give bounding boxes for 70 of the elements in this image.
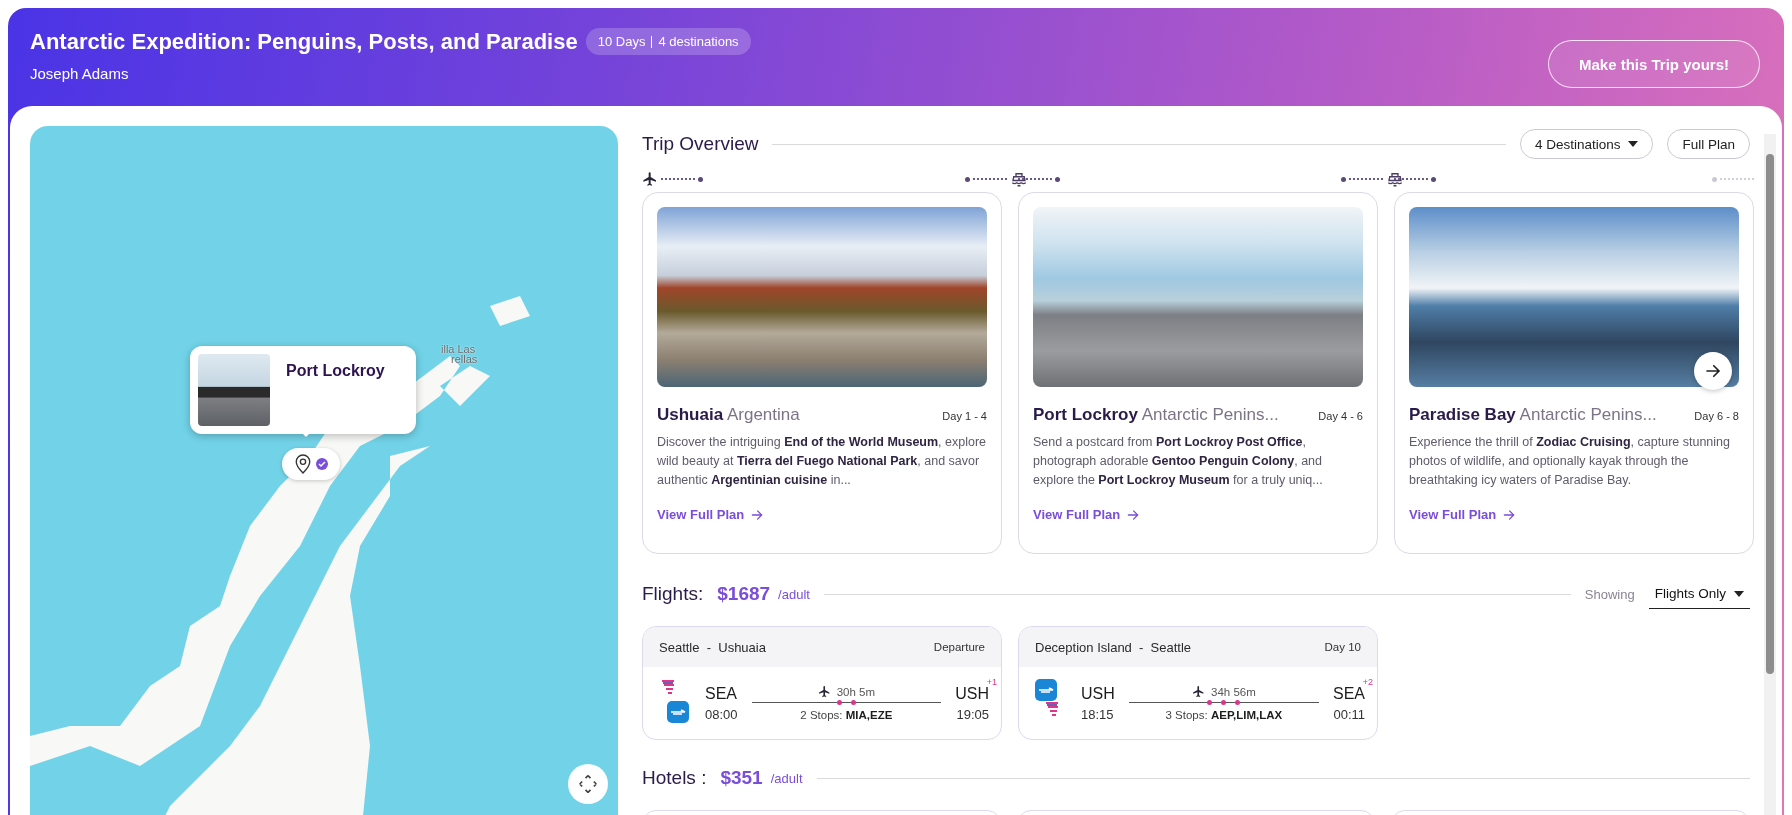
- destinations-count: 4 destinations: [658, 34, 739, 49]
- view-full-plan-link[interactable]: View Full Plan: [657, 507, 765, 522]
- caret-icon: [1628, 141, 1639, 147]
- airport-code: USH: [955, 684, 989, 703]
- caret-icon: [1734, 590, 1744, 597]
- expand-arrows-icon: [578, 774, 598, 794]
- day-offset: +2: [1362, 676, 1373, 687]
- destination-name: Ushuaia Argentina: [657, 405, 800, 425]
- price-unit: /adult: [778, 586, 810, 602]
- plane-icon: [817, 685, 831, 698]
- fullscreen-button[interactable]: [568, 764, 608, 804]
- plane-icon: [1192, 685, 1205, 698]
- departure-time: 18:15: [1081, 706, 1115, 722]
- hotel-price: $351: [720, 767, 763, 789]
- destination-name: Paradise Bay Antarctic Penins...: [1409, 405, 1657, 425]
- author-name: Joseph Adams: [30, 65, 130, 82]
- map[interactable]: illa Las rellas Port Lockroy: [30, 126, 618, 815]
- plane-icon: [642, 171, 658, 187]
- flight-route: Seattle - Ushuaia: [659, 639, 766, 655]
- airline-logo-icon: [667, 701, 689, 723]
- flight-card[interactable]: Seattle - Ushuaia Departure SEA 08:00 30h 5m 2 Stops: MIA,EZE USH 19:05 +1: [642, 626, 1002, 740]
- full-plan-button[interactable]: Full Plan: [1667, 129, 1750, 159]
- price-unit: /adult: [770, 770, 803, 786]
- flight-tag: Departure: [933, 641, 985, 653]
- day-range: Day 4 - 6: [1318, 410, 1363, 422]
- day-range: Day 6 - 8: [1694, 410, 1739, 422]
- section-title: Hotels :: [642, 767, 707, 789]
- trip-title: Antarctic Expedition: Penguins, Posts, and Paradise: [30, 28, 578, 55]
- ship-icon: [1010, 170, 1028, 188]
- days-count: 10 Days: [597, 34, 646, 49]
- arrow-right-icon: [1502, 507, 1517, 522]
- arrow-right-icon: [750, 507, 765, 522]
- departure-time: 08:00: [705, 706, 738, 722]
- location-pin-icon: [294, 453, 312, 475]
- day-range: Day 1 - 4: [942, 410, 987, 422]
- view-full-plan-link[interactable]: View Full Plan: [1033, 507, 1141, 522]
- section-title: Trip Overview: [642, 133, 759, 155]
- flight-tag: Day 10: [1324, 641, 1361, 653]
- check-badge-icon: [316, 458, 328, 470]
- scrollbar[interactable]: [1764, 134, 1776, 815]
- arrow-right-icon: [1704, 362, 1722, 380]
- photo-placeholder: [198, 354, 270, 426]
- showing-label: Showing: [1584, 586, 1635, 602]
- airport-code: SEA: [705, 684, 738, 703]
- airport-code: SEA: [1333, 684, 1365, 703]
- map-marker[interactable]: [282, 448, 340, 480]
- ship-icon: [1386, 170, 1404, 188]
- day-offset: +1: [986, 676, 997, 687]
- arrow-right-icon: [1126, 507, 1141, 522]
- map-label: illa Las: [441, 343, 476, 355]
- destination-description: Experience the thrill of Zodiac Cruising, capture stunning photos of wildlife, and optionally kayak through the breathtaking icy waters of Paradise Bay.: [1409, 434, 1731, 489]
- airline-logo-icon: [661, 679, 675, 697]
- arrival-time: 19:05: [955, 706, 989, 722]
- flight-duration: 34h 56m: [1192, 685, 1256, 698]
- view-full-plan-link[interactable]: View Full Plan: [1409, 507, 1517, 522]
- section-title: Flights:: [642, 583, 704, 605]
- destination-description: Send a postcard from Port Lockroy Post Office, photograph adorable Gentoo Penguin Colony, and explore the Port Lockroy Museum for a truly uniq...: [1033, 434, 1324, 489]
- flight-duration: 30h 5m: [817, 685, 876, 698]
- flight-card[interactable]: Deception Island - Seattle Day 10 USH 18:15 34h 56m 3 Stops: AEP,LIM,LAX SEA 00:11 +2: [1018, 626, 1378, 740]
- flight-stops: 2 Stops: MIA,EZE: [800, 709, 893, 721]
- popup-title: Port Lockroy: [286, 362, 385, 381]
- destination-name: Port Lockroy Antarctic Penins...: [1033, 405, 1279, 425]
- airport-code: USH: [1081, 684, 1115, 703]
- flight-route: Deception Island - Seattle: [1035, 639, 1192, 655]
- flight-price: $1687: [717, 583, 771, 605]
- map-label: rellas: [451, 353, 478, 365]
- destinations-dropdown[interactable]: 4 Destinations: [1519, 129, 1654, 159]
- flight-stops: 3 Stops: AEP,LIM,LAX: [1165, 709, 1283, 721]
- arrival-time: 00:11: [1333, 706, 1365, 722]
- destination-description: Discover the intriguing End of the World Museum, explore wild beauty at Tierra del Fuego National Park, and savor authentic Argentinian cuisine in...: [657, 434, 987, 489]
